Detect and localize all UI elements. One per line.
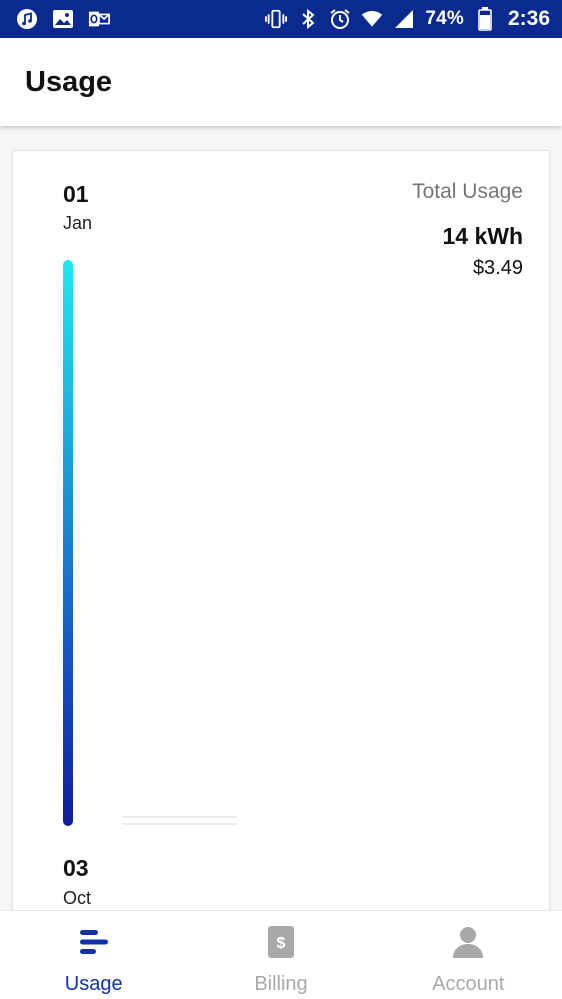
gallery-icon bbox=[52, 8, 74, 30]
nav-billing[interactable]: $ Billing bbox=[187, 911, 374, 999]
account-icon bbox=[451, 925, 485, 959]
end-date-month: Oct bbox=[63, 888, 92, 908]
usage-icon bbox=[77, 925, 111, 959]
usage-card: 01 Jan Total Usage 14 kWh $3.49 03 Oct bbox=[12, 150, 550, 930]
music-app-icon bbox=[16, 8, 38, 30]
end-date-day: 03 bbox=[63, 855, 89, 881]
chart-baseline bbox=[122, 816, 237, 825]
app-bar: Usage bbox=[0, 38, 562, 126]
nav-usage-label: Usage bbox=[64, 973, 123, 995]
vibrate-icon bbox=[265, 8, 288, 30]
nav-account-label: Account bbox=[432, 973, 505, 995]
status-bar: 74% 2:36 bbox=[0, 0, 562, 38]
nav-usage[interactable]: Usage bbox=[0, 911, 187, 999]
svg-text:$: $ bbox=[277, 935, 286, 952]
start-date-month: Jan bbox=[63, 213, 93, 233]
bluetooth-icon bbox=[297, 8, 319, 30]
outlook-icon bbox=[88, 8, 110, 30]
battery-percent: 74% bbox=[425, 8, 464, 29]
nav-billing-label: Billing bbox=[254, 973, 308, 995]
page-title: Usage bbox=[25, 65, 113, 98]
system-icons: 74% 2:36 bbox=[265, 7, 550, 31]
billing-icon: $ bbox=[264, 925, 298, 959]
nav-account[interactable]: Account bbox=[375, 911, 562, 999]
alarm-icon bbox=[329, 8, 351, 30]
start-date-day: 01 bbox=[63, 181, 89, 207]
usage-bar[interactable] bbox=[63, 260, 73, 826]
total-usage-label: Total Usage bbox=[412, 180, 523, 203]
total-usage-kwh: 14 kWh bbox=[442, 223, 523, 249]
bottom-nav: Usage $ Billing Account bbox=[0, 910, 562, 999]
wifi-icon bbox=[361, 8, 383, 30]
total-usage-cost: $3.49 bbox=[472, 257, 523, 279]
notification-icons bbox=[16, 8, 110, 30]
clock: 2:36 bbox=[507, 7, 550, 30]
signal-icon bbox=[393, 8, 415, 30]
battery-icon bbox=[474, 7, 496, 31]
